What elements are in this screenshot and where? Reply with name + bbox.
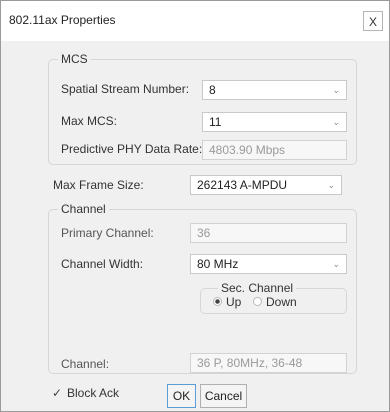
block-ack-checkbox[interactable]: ✓ bbox=[52, 386, 62, 400]
sec-up-radio[interactable] bbox=[213, 297, 222, 306]
channel-label: Channel: bbox=[61, 357, 110, 371]
sec-up-label: Up bbox=[226, 295, 242, 309]
max-frame-value: 262143 A-MPDU bbox=[197, 178, 288, 192]
phy-rate-field: 4803.90 Mbps bbox=[202, 140, 347, 160]
dialog-title: 802.11ax Properties bbox=[9, 13, 116, 27]
channel-width-select[interactable]: 80 MHz ⌄ bbox=[190, 254, 347, 274]
sec-down-label: Down bbox=[266, 295, 297, 309]
spatial-stream-value: 8 bbox=[209, 83, 216, 97]
max-mcs-label: Max MCS: bbox=[61, 114, 118, 128]
max-mcs-value: 11 bbox=[209, 115, 222, 129]
chevron-down-icon: ⌄ bbox=[327, 180, 335, 190]
primary-channel-field: 36 bbox=[190, 223, 347, 243]
channel-field: 36 P, 80MHz, 36-48 bbox=[190, 353, 347, 373]
channel-width-value: 80 MHz bbox=[197, 257, 239, 271]
phy-rate-label: Predictive PHY Data Rate: bbox=[61, 142, 203, 156]
max-frame-label: Max Frame Size: bbox=[53, 178, 144, 192]
max-frame-select[interactable]: 262143 A-MPDU ⌄ bbox=[190, 175, 342, 195]
chevron-down-icon: ⌄ bbox=[332, 117, 340, 127]
chevron-down-icon: ⌄ bbox=[332, 259, 340, 269]
channel-width-label: Channel Width: bbox=[61, 257, 144, 271]
max-mcs-select[interactable]: 11 ⌄ bbox=[202, 112, 347, 132]
chevron-down-icon: ⌄ bbox=[332, 85, 340, 95]
spatial-stream-select[interactable]: 8 ⌄ bbox=[202, 80, 347, 100]
sec-down-radio[interactable] bbox=[253, 297, 262, 306]
ok-button[interactable]: OK bbox=[167, 384, 196, 408]
spatial-stream-label: Spatial Stream Number: bbox=[61, 82, 190, 96]
close-icon: X bbox=[368, 15, 377, 29]
primary-channel-label: Primary Channel: bbox=[61, 226, 154, 240]
title-bar: 802.11ax Properties X bbox=[1, 1, 389, 41]
channel-legend: Channel bbox=[58, 202, 109, 216]
properties-dialog: 802.11ax Properties X MCS Spatial Stream… bbox=[0, 0, 390, 412]
cancel-button[interactable]: Cancel bbox=[200, 384, 247, 408]
close-button[interactable]: X bbox=[363, 11, 383, 31]
block-ack-label: Block Ack bbox=[67, 386, 120, 400]
sec-channel-legend: Sec. Channel bbox=[218, 281, 297, 295]
mcs-legend: MCS bbox=[58, 52, 91, 66]
